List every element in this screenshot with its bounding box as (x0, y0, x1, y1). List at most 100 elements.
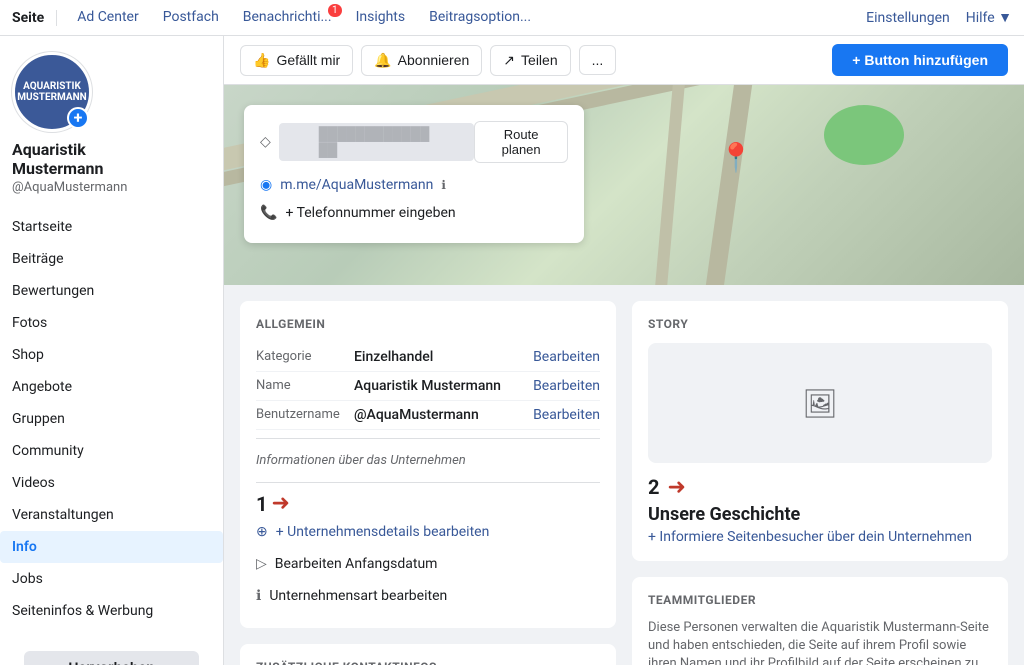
unternehmensart-label: Unternehmensart bearbeiten (269, 588, 447, 604)
arrow1-icon: ➜ (271, 491, 289, 516)
name-edit[interactable]: Bearbeiten (533, 378, 600, 394)
route-planen-button[interactable]: Route planen (474, 121, 568, 163)
informiere-link[interactable]: + Informiere Seitenbesucher über dein Un… (648, 529, 992, 545)
sidebar-item-gruppen[interactable]: Gruppen (0, 403, 223, 435)
sidebar-navigation: Startseite Beiträge Bewertungen Fotos Sh… (0, 203, 223, 635)
nav-hilfe[interactable]: Hilfe ▼ (966, 9, 1012, 26)
sidebar-item-veranstaltungen[interactable]: Veranstaltungen (0, 499, 223, 531)
nav-insights[interactable]: Insights (344, 0, 418, 36)
share-icon: ↗ (503, 52, 515, 69)
kategorie-value: Einzelhandel (354, 349, 525, 365)
unternehmensdetails-action[interactable]: ⊕ + Unternehmensdetails bearbeiten (256, 516, 600, 548)
address-redacted: ████████████ ██ (279, 123, 474, 161)
notification-badge: 1 (328, 4, 342, 17)
seite-brand[interactable]: Seite (12, 10, 57, 26)
info-content-grid: ALLGEMEIN Kategorie Einzelhandel Bearbei… (224, 285, 1024, 665)
sidebar-item-beitraege[interactable]: Beiträge (0, 243, 223, 275)
add-photo-button[interactable]: + (67, 107, 89, 129)
like-button[interactable]: 👍 Gefällt mir (240, 45, 353, 76)
messenger-link[interactable]: m.me/AquaMustermann (280, 177, 433, 193)
sidebar-item-fotos[interactable]: Fotos (0, 307, 223, 339)
info-unternehmen-label: Informationen über das Unternehmen (256, 447, 600, 474)
more-button[interactable]: ... (579, 45, 617, 75)
sidebar-item-jobs[interactable]: Jobs (0, 563, 223, 595)
arrow2-icon: ➜ (667, 475, 685, 500)
action-bar: 👍 Gefällt mir 🔔 Abonnieren ↗ Teilen ... … (224, 36, 1024, 85)
map-overlay-card: ◇ ████████████ ██ Route planen ◉ m.me/Aq… (244, 105, 584, 243)
name-row: Name Aquaristik Mustermann Bearbeiten (256, 372, 600, 401)
phone-icon: 📞 (260, 205, 277, 221)
map-pin: 📍 (719, 141, 754, 174)
sidebar-item-shop[interactable]: Shop (0, 339, 223, 371)
step2-badge: 2 (648, 475, 659, 499)
map-green-area (824, 105, 904, 165)
left-column: ALLGEMEIN Kategorie Einzelhandel Bearbei… (240, 301, 616, 665)
sidebar-actions: Hervorheben Promotions verwalten (0, 635, 223, 665)
kontakt-title: ZUSÄTZLICHE KONTAKTINFOS (256, 660, 600, 665)
nav-beitragsoption[interactable]: Beitragsoption... (417, 0, 543, 36)
step1-badge: 1 (256, 492, 267, 516)
unsere-geschichte-title: Unsere Geschichte (648, 504, 992, 525)
unternehmensart-action[interactable]: ℹ Unternehmensart bearbeiten (256, 580, 600, 612)
like-icon: 👍 (253, 52, 270, 69)
avatar-text: AQUARISTIK MUSTERMANN (15, 81, 89, 103)
hervorheben-button[interactable]: Hervorheben (24, 651, 199, 665)
right-column: STORY 🖼 2 ➜ Unsere Geschichte + Informie… (632, 301, 1008, 665)
name-label: Name (256, 378, 346, 393)
sidebar-item-info[interactable]: Info (0, 531, 223, 563)
top-nav-right: Einstellungen Hilfe ▼ (866, 9, 1012, 26)
nav-ad-center[interactable]: Ad Center (65, 0, 151, 36)
info-icon: ℹ (441, 178, 446, 192)
team-section: TEAMMITGLIEDER Diese Personen verwalten … (632, 577, 1008, 665)
sidebar-item-videos[interactable]: Videos (0, 467, 223, 499)
kategorie-row: Kategorie Einzelhandel Bearbeiten (256, 343, 600, 372)
avatar: AQUARISTIK MUSTERMANN + (12, 52, 92, 132)
nav-einstellungen[interactable]: Einstellungen (866, 10, 950, 26)
sidebar-item-community[interactable]: Community (0, 435, 223, 467)
main-content: 👍 Gefällt mir 🔔 Abonnieren ↗ Teilen ... … (224, 36, 1024, 665)
nav-benachrichtigungen[interactable]: Benachrichti... 1 (231, 0, 344, 36)
main-layout: AQUARISTIK MUSTERMANN + Aquaristik Muste… (0, 36, 1024, 665)
sidebar-item-startseite[interactable]: Startseite (0, 211, 223, 243)
phone-link[interactable]: + Telefonnummer eingeben (285, 205, 455, 221)
sidebar-item-bewertungen[interactable]: Bewertungen (0, 275, 223, 307)
kategorie-label: Kategorie (256, 349, 346, 364)
map-area: 📍 ◇ ████████████ ██ Route planen ◉ m.me/… (224, 85, 1024, 285)
anfangsdatum-action[interactable]: ▷ Bearbeiten Anfangsdatum (256, 548, 600, 580)
benutzername-row: Benutzername @AquaMustermann Bearbeiten (256, 401, 600, 430)
page-username: @AquaMustermann (12, 180, 211, 195)
add-button-cta[interactable]: + Button hinzufügen (832, 44, 1008, 76)
location-icon: ◇ (260, 134, 271, 150)
messenger-link-row: ◉ m.me/AquaMustermann ℹ (260, 171, 568, 199)
benutzername-value: @AquaMustermann (354, 407, 525, 423)
phone-row: 📞 + Telefonnummer eingeben (260, 199, 568, 227)
subscribe-button[interactable]: 🔔 Abonnieren (361, 45, 482, 76)
subscribe-icon: 🔔 (374, 52, 391, 69)
story-title: STORY (648, 317, 992, 331)
plus-circle-icon: ⊕ (256, 524, 268, 540)
top-navigation: Seite Ad Center Postfach Benachrichti...… (0, 0, 1024, 36)
kategorie-edit[interactable]: Bearbeiten (533, 349, 600, 365)
section-divider (256, 438, 600, 439)
sidebar-profile: AQUARISTIK MUSTERMANN + Aquaristik Muste… (0, 36, 223, 203)
story-placeholder: 🖼 (648, 343, 992, 463)
allgemein-section: ALLGEMEIN Kategorie Einzelhandel Bearbei… (240, 301, 616, 628)
allgemein-title: ALLGEMEIN (256, 317, 600, 331)
page-name: Aquaristik Mustermann (12, 140, 211, 178)
benutzername-label: Benutzername (256, 407, 346, 422)
sidebar-item-seiteninfos[interactable]: Seiteninfos & Werbung (0, 595, 223, 627)
nav-postfach[interactable]: Postfach (151, 0, 231, 36)
calendar-icon: ▷ (256, 556, 267, 572)
map-road-vertical (678, 85, 779, 285)
kontakt-section: ZUSÄTZLICHE KONTAKTINFOS ✉ + E-Mail-Adre… (240, 644, 616, 665)
image-add-icon: 🖼 (802, 387, 838, 420)
story-section: STORY 🖼 2 ➜ Unsere Geschichte + Informie… (632, 301, 1008, 561)
team-title: TEAMMITGLIEDER (648, 593, 992, 607)
share-button[interactable]: ↗ Teilen (490, 45, 570, 76)
sidebar-item-angebote[interactable]: Angebote (0, 371, 223, 403)
messenger-icon: ◉ (260, 177, 272, 193)
benutzername-edit[interactable]: Bearbeiten (533, 407, 600, 423)
section-divider2 (256, 482, 600, 483)
step2-annotation: 2 ➜ (648, 475, 992, 500)
map-road-vertical2 (638, 85, 702, 285)
